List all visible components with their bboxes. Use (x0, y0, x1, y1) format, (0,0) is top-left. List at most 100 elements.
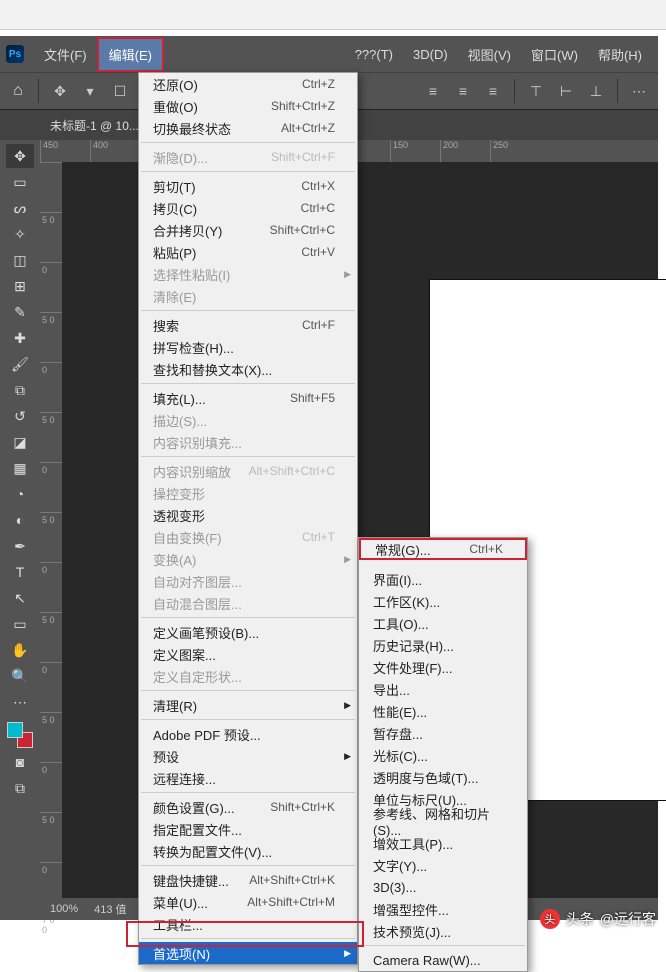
menu-item: 描边(S)... (139, 409, 357, 431)
menu-item[interactable]: 工具栏... (139, 913, 357, 935)
lasso-tool-icon[interactable]: ᔕ (6, 196, 34, 220)
menu-item[interactable]: 定义图案... (139, 643, 357, 665)
heal-tool-icon[interactable]: ✚ (6, 326, 34, 350)
wand-tool-icon[interactable]: ✧ (6, 222, 34, 246)
prefs-item[interactable]: 技术预览(J)... (359, 920, 527, 942)
brush-tool-icon[interactable]: 🖌 (6, 352, 34, 376)
stamp-tool-icon[interactable]: ⧉ (6, 378, 34, 402)
menu-item[interactable]: 远程连接... (139, 767, 357, 789)
prefs-item[interactable]: 界面(I)... (359, 568, 527, 590)
menu-item[interactable]: 转换为配置文件(V)... (139, 840, 357, 862)
document-tab[interactable]: 未标题-1 @ 10... (50, 117, 139, 134)
path-tool-icon[interactable]: ↖ (6, 586, 34, 610)
more-tool-icon[interactable]: ⋯ (6, 690, 34, 714)
quickmask-icon[interactable]: ◙ (6, 750, 34, 774)
distribute-bot-icon[interactable]: ⊥ (583, 78, 609, 104)
gradient-tool-icon[interactable]: ▦ (6, 456, 34, 480)
menu-item[interactable]: 透视变形 (139, 504, 357, 526)
home-icon[interactable]: ⌂ (6, 79, 30, 103)
menu-item[interactable]: 颜色设置(G)...Shift+Ctrl+K (139, 796, 357, 818)
menu-item[interactable]: 菜单(U)...Alt+Shift+Ctrl+M (139, 891, 357, 913)
menu-item[interactable]: 指定配置文件... (139, 818, 357, 840)
checkbox-icon[interactable]: ☐ (107, 78, 133, 104)
menu-item: 操控变形 (139, 482, 357, 504)
ruler-vertical: 5 005 005 005 005 005 005 007 0 0 (40, 162, 62, 920)
prefs-item[interactable]: 性能(E)... (359, 700, 527, 722)
prefs-item[interactable]: 增效工具(P)... (359, 832, 527, 854)
menu-item[interactable]: 定义画笔预设(B)... (139, 621, 357, 643)
prefs-item[interactable]: 文字(Y)... (359, 854, 527, 876)
menu-3d[interactable]: 3D(D) (403, 41, 458, 68)
menu-item[interactable]: 拷贝(C)Ctrl+C (139, 197, 357, 219)
menu-item: 内容识别填充... (139, 431, 357, 453)
shape-tool-icon[interactable]: ▭ (6, 612, 34, 636)
menu-item[interactable]: 剪切(T)Ctrl+X (139, 175, 357, 197)
menubar: Ps 文件(F) 编辑(E) ???(T) 3D(D) 视图(V) 窗口(W) … (0, 36, 658, 72)
menu-item[interactable]: 合并拷贝(Y)Shift+Ctrl+C (139, 219, 357, 241)
menu-item: 内容识别缩放Alt+Shift+Ctrl+C (139, 460, 357, 482)
distribute-top-icon[interactable]: ⊤ (523, 78, 549, 104)
eraser-tool-icon[interactable]: ◪ (6, 430, 34, 454)
menu-file[interactable]: 文件(F) (34, 39, 97, 70)
prefs-item[interactable]: Camera Raw(W)... (359, 949, 527, 971)
menu-item[interactable]: 还原(O)Ctrl+Z (139, 73, 357, 95)
menu-item[interactable]: 首选项(N) (139, 942, 357, 964)
toolbox: ✥ ▭ ᔕ ✧ ◫ ⊞ ✎ ✚ 🖌 ⧉ ↺ ◪ ▦ ◔ ◐ ✒ T ↖ ▭ ✋ … (0, 140, 40, 920)
prefs-item[interactable]: 增强型控件... (359, 898, 527, 920)
menu-item[interactable]: 搜索Ctrl+F (139, 314, 357, 336)
menu-item[interactable]: 预设 (139, 745, 357, 767)
menu-item: 定义自定形状... (139, 665, 357, 687)
menu-view[interactable]: 视图(V) (458, 39, 521, 70)
align-center-icon[interactable]: ≡ (450, 78, 476, 104)
menu-item: 清除(E) (139, 285, 357, 307)
prefs-item[interactable]: 暂存盘... (359, 722, 527, 744)
prefs-item[interactable]: 常规(G)...Ctrl+K (359, 538, 527, 560)
zoom-tool-icon[interactable]: 🔍 (6, 664, 34, 688)
screenmode-icon[interactable]: ⧉ (6, 776, 34, 800)
distribute-mid-icon[interactable]: ⊢ (553, 78, 579, 104)
more-icon[interactable]: ⋯ (626, 78, 652, 104)
pen-tool-icon[interactable]: ✒ (6, 534, 34, 558)
prefs-item[interactable]: 工作区(K)... (359, 590, 527, 612)
menu-item[interactable]: 清理(R) (139, 694, 357, 716)
color-swatches[interactable] (7, 722, 33, 748)
crop-tool-icon[interactable]: ◫ (6, 248, 34, 272)
move-tool-icon[interactable]: ✥ (47, 78, 73, 104)
prefs-item[interactable]: 光标(C)... (359, 744, 527, 766)
align-right-icon[interactable]: ≡ (480, 78, 506, 104)
prefs-item[interactable]: 3D(3)... (359, 876, 527, 898)
prefs-item[interactable]: 参考线、网格和切片(S)... (359, 810, 527, 832)
zoom-level[interactable]: 100% (50, 903, 78, 915)
prefs-item[interactable]: 透明度与色域(T)... (359, 766, 527, 788)
frame-tool-icon[interactable]: ⊞ (6, 274, 34, 298)
toutiao-logo-icon: 头 (540, 909, 560, 929)
menu-item[interactable]: 查找和替换文本(X)... (139, 358, 357, 380)
menu-item[interactable]: 拼写检查(H)... (139, 336, 357, 358)
fg-color-swatch[interactable] (7, 722, 23, 738)
dodge-tool-icon[interactable]: ◐ (6, 508, 34, 532)
menu-edit[interactable]: 编辑(E) (99, 39, 162, 70)
menu-hidden[interactable]: ???(T) (345, 41, 403, 68)
prefs-item[interactable]: 历史记录(H)... (359, 634, 527, 656)
type-tool-icon[interactable]: T (6, 560, 34, 584)
menu-item[interactable]: 键盘快捷键...Alt+Shift+Ctrl+K (139, 869, 357, 891)
dropdown-icon[interactable]: ▾ (77, 78, 103, 104)
menu-item[interactable]: 填充(L)...Shift+F5 (139, 387, 357, 409)
blur-tool-icon[interactable]: ◔ (6, 482, 34, 506)
menu-item[interactable]: 重做(O)Shift+Ctrl+Z (139, 95, 357, 117)
move-tool-icon[interactable]: ✥ (6, 144, 34, 168)
prefs-item[interactable]: 文件处理(F)... (359, 656, 527, 678)
eyedropper-tool-icon[interactable]: ✎ (6, 300, 34, 324)
align-left-icon[interactable]: ≡ (420, 78, 446, 104)
menu-item[interactable]: Adobe PDF 预设... (139, 723, 357, 745)
prefs-item[interactable]: 工具(O)... (359, 612, 527, 634)
menu-window[interactable]: 窗口(W) (521, 39, 588, 70)
hand-tool-icon[interactable]: ✋ (6, 638, 34, 662)
history-brush-icon[interactable]: ↺ (6, 404, 34, 428)
marquee-tool-icon[interactable]: ▭ (6, 170, 34, 194)
menu-help[interactable]: 帮助(H) (588, 39, 652, 70)
menu-item: 变换(A) (139, 548, 357, 570)
menu-item[interactable]: 粘贴(P)Ctrl+V (139, 241, 357, 263)
prefs-item[interactable]: 导出... (359, 678, 527, 700)
menu-item[interactable]: 切换最终状态Alt+Ctrl+Z (139, 117, 357, 139)
